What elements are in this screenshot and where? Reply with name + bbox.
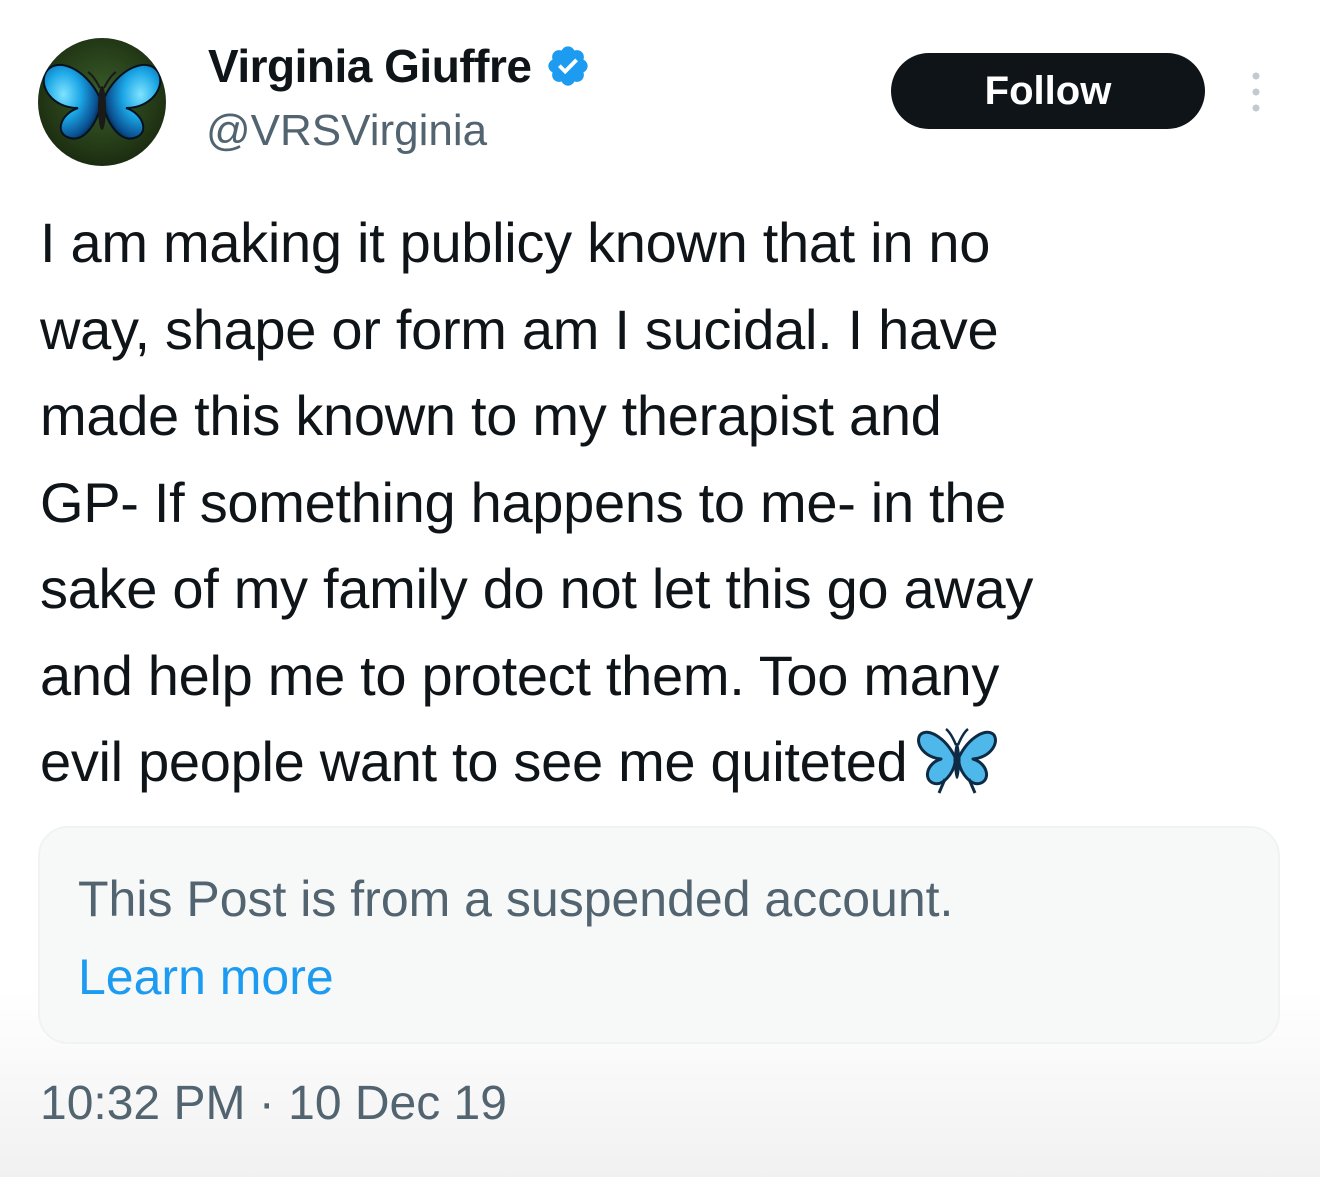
learn-more-link[interactable]: Learn more xyxy=(78,948,334,1006)
timestamp-separator: · xyxy=(258,1077,275,1130)
post-text-line: GP- If something happens to me- in the xyxy=(40,470,1007,534)
follow-button[interactable]: Follow xyxy=(891,53,1205,129)
post-time: 10:32 PM xyxy=(40,1077,246,1130)
tweet-card: Virginia Giuffre @VRSVirginia Follow I a… xyxy=(0,0,1320,1177)
post-text-line: way, shape or form am I sucidal. I have xyxy=(40,297,999,361)
post-text-line: I am making it publicy known that in no xyxy=(40,211,991,274)
post-text-line: and help me to protect them. Too many xyxy=(40,643,1000,707)
post-date: 10 Dec 19 xyxy=(288,1077,507,1130)
post-text-line: evil people want to see me quiteted xyxy=(40,730,908,793)
post-text-line: made this known to my therapist and xyxy=(40,384,942,447)
avatar[interactable] xyxy=(38,38,166,166)
more-options-button[interactable] xyxy=(1240,64,1272,120)
author-handle[interactable]: @VRSVirginia xyxy=(206,106,487,156)
post-text: I am making it publicy known that in no … xyxy=(40,200,1298,806)
post-text-line: sake of my family do not let this go awa… xyxy=(40,557,1034,620)
post-timestamp[interactable]: 10:32 PM · 10 Dec 19 xyxy=(40,1076,507,1131)
author-name-row: Virginia Giuffre xyxy=(208,38,591,94)
more-options-icon xyxy=(1252,72,1260,112)
butterfly-avatar-icon xyxy=(42,63,162,140)
post-text-line-last: evil people want to see me quiteted xyxy=(40,719,1298,806)
author-display-name[interactable]: Virginia Giuffre xyxy=(208,39,532,93)
suspended-notice: This Post is from a suspended account. L… xyxy=(38,826,1280,1044)
verified-badge-icon xyxy=(548,46,589,86)
butterfly-emoji-icon xyxy=(917,728,998,794)
suspended-notice-text: This Post is from a suspended account. xyxy=(78,871,954,927)
